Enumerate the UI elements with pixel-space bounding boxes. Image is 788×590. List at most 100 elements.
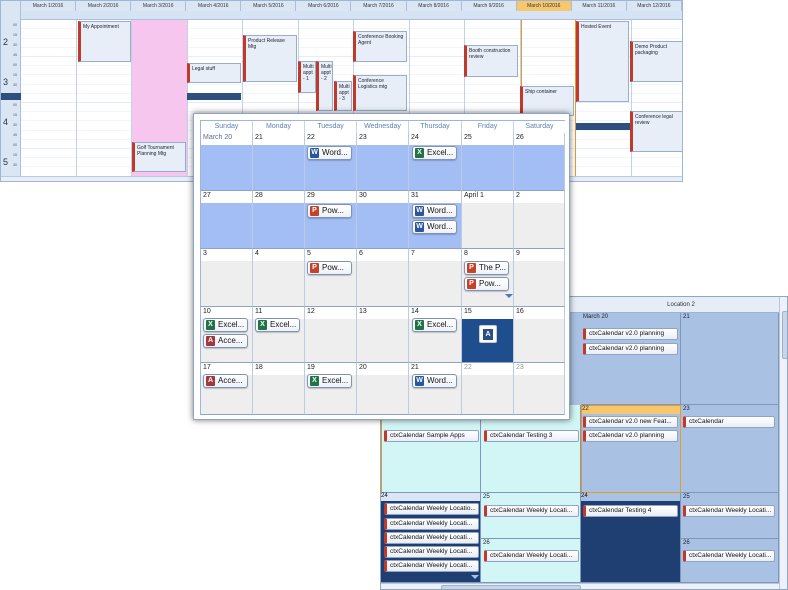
appointment[interactable]: Legal stuff xyxy=(187,63,241,83)
vertical-scrollbar[interactable] xyxy=(779,297,787,589)
appointment[interactable]: ctxCalendar Weekly Locati... xyxy=(384,532,479,544)
document-chip[interactable]: W Word... xyxy=(307,146,352,160)
month-day-cell[interactable]: 21 xyxy=(409,363,462,415)
month-view-calendar[interactable]: Sunday Monday Tuesday Wednesday Thursday… xyxy=(193,113,570,420)
date-header[interactable]: March 1/2016 xyxy=(21,1,77,11)
document-chip[interactable]: A Acce... xyxy=(203,334,248,348)
date-header[interactable]: March 8/2016 xyxy=(407,1,462,11)
document-chip[interactable]: X Excel... xyxy=(203,318,248,332)
month-day-cell[interactable]: 3 xyxy=(201,249,253,307)
month-day-cell[interactable]: 26 xyxy=(514,133,565,191)
document-chip[interactable]: P Pow... xyxy=(307,204,352,218)
more-items-indicator-icon[interactable] xyxy=(471,575,479,579)
date-header[interactable]: March 5/2016 xyxy=(241,1,297,11)
day-column[interactable] xyxy=(21,20,77,178)
appointment[interactable]: ctxCalendar v2.0 new Feat... xyxy=(583,416,678,428)
month-day-cell[interactable]: 2 xyxy=(514,191,565,249)
time-selection-bar[interactable] xyxy=(576,123,630,130)
appointment[interactable]: Demo Product packaging xyxy=(630,41,682,82)
month-day-cell[interactable]: 4 xyxy=(253,249,305,307)
appointment[interactable]: ctxCalendar Weekly Locati... xyxy=(384,560,479,572)
appointment[interactable]: ctxCalendar Weekly Locati... xyxy=(484,505,579,517)
month-day-cell[interactable]: 23 xyxy=(514,363,565,415)
appointment[interactable]: ctxCalendar Weekly Locati... xyxy=(484,550,579,562)
month-day-cell[interactable]: 9 xyxy=(514,249,565,307)
month-day-cell[interactable]: 29 xyxy=(305,191,357,249)
document-chip[interactable]: W Word... xyxy=(412,220,457,234)
month-day-cell[interactable]: 22 xyxy=(305,133,357,191)
appointment[interactable]: Golf Tournament Planning Mtg xyxy=(132,142,186,172)
appointment[interactable]: Multi appt - 3 xyxy=(334,81,352,111)
day-cell[interactable]: March 20 xyxy=(581,313,681,405)
appointment[interactable]: Conference Logistics mtg xyxy=(353,75,407,111)
month-day-cell[interactable]: 7 xyxy=(409,249,462,307)
appointment[interactable]: Conference legal review xyxy=(630,111,682,152)
appointment[interactable]: ctxCalendar Weekly Locatio... xyxy=(384,503,479,515)
month-day-cell[interactable]: 13 xyxy=(357,307,409,363)
month-day-cell[interactable]: 17 xyxy=(201,363,253,415)
appointment[interactable]: ctxCalendar v2.0 planning xyxy=(583,430,678,442)
month-day-cell[interactable]: 16 xyxy=(514,307,565,363)
month-day-cell[interactable]: 30 xyxy=(357,191,409,249)
document-chip[interactable]: W Word... xyxy=(412,204,457,218)
document-chip[interactable]: P Pow... xyxy=(307,261,352,275)
month-day-cell[interactable]: 6 xyxy=(357,249,409,307)
appointment[interactable]: ctxCalendar Weekly Locati... xyxy=(384,518,479,530)
month-day-cell[interactable]: 25 xyxy=(462,133,514,191)
date-header[interactable]: March 6/2016 xyxy=(296,1,352,11)
month-day-cell[interactable]: 5 xyxy=(305,249,357,307)
month-day-cell[interactable]: 27 xyxy=(201,191,253,249)
month-day-cell[interactable]: 28 xyxy=(253,191,305,249)
appointment[interactable]: ctxCalendar Testing 3 xyxy=(484,430,579,442)
scrollbar-thumb[interactable] xyxy=(782,311,787,359)
horizontal-scrollbar[interactable] xyxy=(381,583,779,589)
appointment[interactable]: Multi appt - 1 xyxy=(298,61,316,93)
month-day-cell[interactable]: 18 xyxy=(253,363,305,415)
appointment[interactable]: ctxCalendar Testing 4 xyxy=(583,505,678,517)
date-header[interactable]: March 2/2016 xyxy=(76,1,132,11)
month-day-cell[interactable]: 24 xyxy=(409,133,462,191)
scrollbar-thumb[interactable] xyxy=(441,585,581,589)
appointment[interactable]: ctxCalendar Weekly Locati... xyxy=(384,546,479,558)
appointment[interactable]: Product Release Mtg xyxy=(243,35,297,82)
appointment[interactable]: Booth construction review xyxy=(464,45,518,77)
appointment[interactable]: Multi appt - 2 xyxy=(316,61,333,111)
document-chip[interactable]: X Excel... xyxy=(412,318,457,332)
document-chip[interactable]: A Acce... xyxy=(203,374,248,388)
appointment[interactable]: ctxCalendar Sample Apps xyxy=(384,430,479,442)
month-day-cell[interactable]: 19 xyxy=(305,363,357,415)
document-chip[interactable]: X Excel... xyxy=(307,374,352,388)
date-header[interactable]: March 3/2016 xyxy=(131,1,187,11)
appointment[interactable]: My Appointment xyxy=(78,21,131,62)
appointment[interactable]: Hosted Event xyxy=(576,21,629,102)
month-grid[interactable]: Sunday Monday Tuesday Wednesday Thursday… xyxy=(200,120,565,415)
date-header[interactable]: March 12/2016 xyxy=(627,1,682,11)
document-chip[interactable]: P The P... xyxy=(464,261,509,275)
month-day-cell[interactable]: April 1 xyxy=(462,191,514,249)
appointment[interactable]: ctxCalendar Weekly Locati... xyxy=(683,550,775,562)
appointment[interactable]: ctxCalendar xyxy=(683,416,775,428)
time-selection-bar[interactable] xyxy=(187,93,241,100)
month-day-cell[interactable]: March 20 xyxy=(201,133,253,191)
month-day-cell[interactable]: 12 xyxy=(305,307,357,363)
date-header[interactable]: March 9/2016 xyxy=(462,1,517,11)
month-day-cell[interactable]: 21 xyxy=(253,133,305,191)
date-header[interactable]: March 7/2016 xyxy=(351,1,407,11)
appointment[interactable]: Conference Booking Agent xyxy=(353,31,407,62)
month-day-cell[interactable]: 14 xyxy=(409,307,462,363)
more-items-indicator-icon[interactable] xyxy=(505,294,513,298)
day-cell[interactable]: 21 xyxy=(681,313,779,405)
appointment[interactable]: Ship container xyxy=(520,86,574,116)
month-day-cell[interactable]: 11 xyxy=(253,307,305,363)
month-day-cell[interactable]: 23 xyxy=(357,133,409,191)
appointment[interactable]: ctxCalendar Weekly Locati... xyxy=(683,505,775,517)
document-chip[interactable]: X Excel... xyxy=(255,318,300,332)
all-day-row[interactable] xyxy=(21,11,682,20)
date-header[interactable]: March 4/2016 xyxy=(186,1,242,11)
month-day-cell[interactable]: 20 xyxy=(357,363,409,415)
appointment[interactable]: ctxCalendar v2.0 planning xyxy=(583,343,678,355)
access-app-icon[interactable]: A xyxy=(479,325,497,343)
appointment[interactable]: ctxCalendar v2.0 planning xyxy=(583,328,678,340)
document-chip[interactable]: X Excel... xyxy=(412,146,457,160)
document-chip[interactable]: W Word... xyxy=(412,374,457,388)
